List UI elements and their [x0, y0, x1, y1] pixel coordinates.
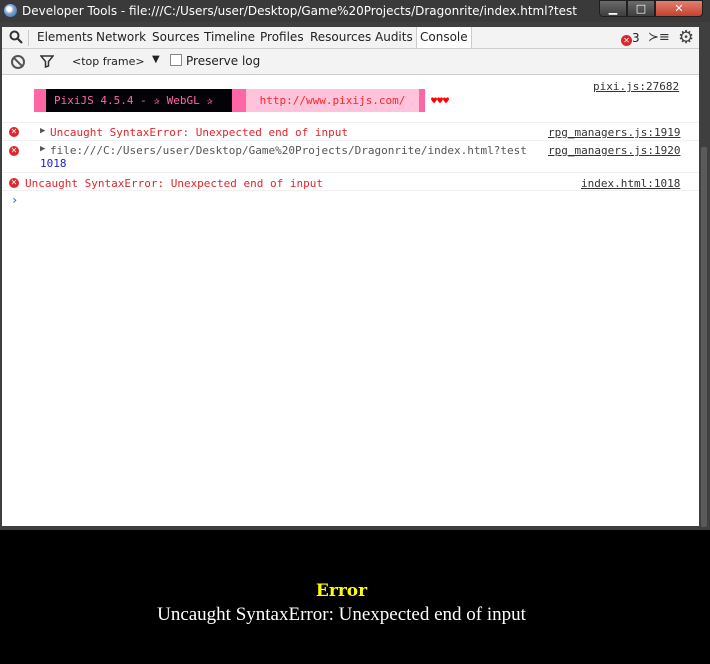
console-toolbar: <top frame> ▼ Preserve log [2, 49, 701, 75]
scroll-thumb[interactable] [701, 147, 707, 527]
tab-console[interactable]: Console [416, 27, 472, 48]
tab-timeline[interactable]: Timeline [204, 30, 255, 44]
console-prompt[interactable]: › [11, 193, 18, 207]
source-link[interactable]: index.html:1018 [581, 177, 680, 190]
chevron-down-icon[interactable]: ▼ [152, 54, 160, 65]
frame-select[interactable]: <top frame> [72, 55, 145, 68]
error-icon: ✕ [9, 178, 19, 188]
preserve-log-label: Preserve log [186, 54, 261, 68]
console-message-error: ✕ ▶ file:///C:/Users/user/Desktop/Game%2… [2, 141, 701, 173]
source-link[interactable]: rpg_managers.js:1919 [548, 126, 680, 139]
close-button[interactable]: ✕ [655, 0, 703, 17]
error-overlay-message: Uncaught SyntaxError: Unexpected end of … [157, 604, 526, 625]
source-link[interactable]: rpg_managers.js:1920 [548, 144, 680, 157]
devtools-client: Elements Network Sources Timeline Profil… [2, 27, 701, 526]
title-bar: Developer Tools - file:///C:/Users/user/… [0, 0, 710, 22]
clear-console-icon[interactable] [11, 55, 25, 69]
pixi-url: http://www.pixijs.com/ [246, 89, 419, 112]
error-icon: ✕ [9, 127, 19, 137]
error-line-number: 1018 [40, 157, 67, 170]
chrome-devtools-icon [4, 4, 17, 17]
error-text: Uncaught SyntaxError: Unexpected end of … [50, 126, 349, 139]
gear-icon[interactable]: ⚙ [678, 27, 694, 48]
console-output[interactable]: pixi.js:27682 PixiJS 4.5.4 - ✰ WebGL ✰ h… [2, 75, 701, 526]
tab-audits[interactable]: Audits [375, 30, 413, 44]
error-text: Uncaught SyntaxError: Unexpected end of … [25, 177, 324, 190]
hearts: ♥♥♥ [431, 96, 450, 107]
tab-elements[interactable]: Elements [37, 30, 93, 44]
console-drawer-icon[interactable]: ≻≡ [648, 30, 670, 45]
window-title: Developer Tools - file:///C:/Users/user/… [22, 4, 577, 18]
error-icon: ✕ [621, 35, 632, 46]
error-overlay-title: Error [315, 581, 368, 601]
preserve-log-checkbox[interactable]: Preserve log [170, 54, 260, 68]
checkbox-box[interactable] [170, 54, 182, 66]
source-link[interactable]: pixi.js:27682 [593, 80, 679, 93]
search-icon[interactable] [9, 30, 23, 44]
tab-resources[interactable]: Resources [310, 30, 371, 44]
expand-triangle-icon[interactable]: ▶ [40, 126, 45, 136]
expand-triangle-icon[interactable]: ▶ [40, 144, 45, 154]
devtools-window: Developer Tools - file:///C:/Users/user/… [0, 0, 710, 530]
pixi-version-label: PixiJS 4.5.4 - ✰ WebGL ✰ [46, 89, 232, 112]
error-url[interactable]: file:///C:/Users/user/Desktop/Game%20Pro… [50, 144, 527, 157]
tab-profiles[interactable]: Profiles [260, 30, 304, 44]
error-counter[interactable]: ✕ 3 [621, 31, 640, 46]
minimize-button[interactable]: ▁ [599, 0, 627, 17]
panel-tabbar: Elements Network Sources Timeline Profil… [2, 27, 701, 49]
console-message-error: ✕ Uncaught SyntaxError: Unexpected end o… [2, 173, 701, 191]
console-message-error: ✕ ▶ Uncaught SyntaxError: Unexpected end… [2, 123, 701, 141]
toolbar-divider [28, 30, 29, 46]
maximize-button[interactable]: □ [627, 0, 655, 17]
error-icon: ✕ [9, 146, 19, 156]
tab-network[interactable]: Network [96, 30, 146, 44]
error-count: 3 [632, 31, 640, 45]
console-message-pixi: pixi.js:27682 PixiJS 4.5.4 - ✰ WebGL ✰ h… [2, 75, 701, 123]
tab-sources[interactable]: Sources [152, 30, 199, 44]
window-scrollbar[interactable] [699, 27, 709, 527]
filter-icon[interactable] [40, 55, 54, 68]
